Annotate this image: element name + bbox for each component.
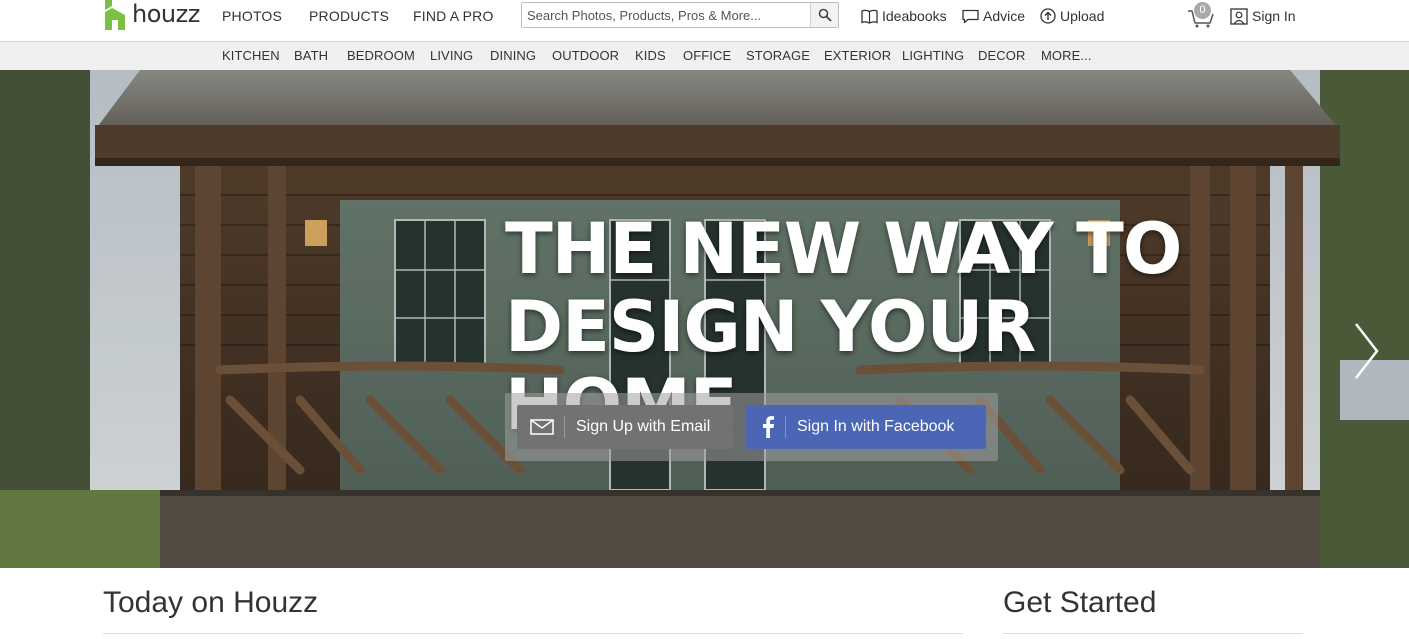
category-kitchen[interactable]: KITCHEN	[222, 42, 280, 70]
envelope-icon	[530, 419, 554, 435]
category-decor[interactable]: DECOR	[978, 42, 1025, 70]
category-nav: KITCHEN BATH BEDROOM LIVING DINING OUTDO…	[0, 42, 1409, 70]
category-bedroom[interactable]: BEDROOM	[347, 42, 415, 70]
sign-up-email-label: Sign Up with Email	[576, 418, 711, 435]
get-started-heading: Get Started	[1003, 586, 1157, 619]
get-started-divider	[1003, 633, 1303, 634]
houzz-logo-icon	[105, 0, 125, 30]
book-icon	[861, 9, 878, 24]
ideabooks-link[interactable]: Ideabooks	[861, 0, 947, 32]
nav-find-a-pro-label: FIND A PRO	[413, 8, 494, 24]
sign-up-email-button[interactable]: Sign Up with Email	[517, 405, 733, 449]
advice-link[interactable]: Advice	[962, 0, 1025, 32]
hero-headline-line-1: THE NEW WAY TO	[505, 208, 1182, 290]
nav-photos[interactable]: PHOTOS	[222, 0, 282, 32]
speech-bubble-icon	[962, 9, 979, 23]
nav-photos-label: PHOTOS	[222, 8, 283, 24]
today-on-houzz-heading: Today on Houzz	[103, 586, 319, 619]
cart-button[interactable]: 0	[1187, 2, 1215, 28]
category-living[interactable]: LIVING	[430, 42, 473, 70]
search-icon	[818, 8, 832, 22]
sign-in-label: Sign In	[1252, 8, 1296, 24]
cart-count-badge: 0	[1194, 2, 1211, 19]
logo-text: houzz	[132, 0, 200, 28]
hero-banner: THE NEW WAY TO DESIGN YOUR HOME Sign Up …	[0, 70, 1409, 568]
facebook-icon	[763, 416, 774, 438]
category-kids[interactable]: KIDS	[635, 42, 666, 70]
upload-label: Upload	[1060, 8, 1105, 24]
sign-in-facebook-label: Sign In with Facebook	[797, 418, 955, 435]
chevron-right-icon[interactable]	[1352, 322, 1380, 380]
advice-label: Advice	[983, 8, 1026, 24]
facebook-button-divider	[785, 416, 786, 438]
top-bar: houzz PHOTOS PRODUCTS FIND A PRO Ideaboo…	[0, 0, 1409, 42]
category-storage[interactable]: STORAGE	[746, 42, 810, 70]
ideabooks-label: Ideabooks	[882, 8, 947, 24]
nav-products[interactable]: PRODUCTS	[309, 0, 389, 32]
search-input[interactable]	[522, 3, 810, 27]
category-outdoor[interactable]: OUTDOOR	[552, 42, 619, 70]
sign-in-facebook-button[interactable]: Sign In with Facebook	[745, 405, 986, 449]
email-button-divider	[564, 416, 565, 438]
upload-link[interactable]: Upload	[1040, 0, 1104, 32]
nav-products-label: PRODUCTS	[309, 8, 390, 24]
search-box	[521, 2, 839, 28]
category-more[interactable]: MORE...	[1041, 42, 1092, 70]
category-dining[interactable]: DINING	[490, 42, 536, 70]
houzz-logo[interactable]: houzz	[105, 0, 200, 30]
today-divider	[103, 633, 963, 634]
category-bath[interactable]: BATH	[294, 42, 328, 70]
search-button[interactable]	[810, 3, 838, 27]
category-office[interactable]: OFFICE	[683, 42, 731, 70]
upload-icon	[1040, 8, 1056, 24]
user-icon	[1230, 7, 1248, 25]
sign-in-link[interactable]: Sign In	[1230, 0, 1296, 32]
category-exterior[interactable]: EXTERIOR	[824, 42, 891, 70]
category-lighting[interactable]: LIGHTING	[902, 42, 964, 70]
nav-find-a-pro[interactable]: FIND A PRO	[413, 0, 494, 32]
signup-panel: Sign Up with Email Sign In with Facebook	[505, 393, 998, 461]
